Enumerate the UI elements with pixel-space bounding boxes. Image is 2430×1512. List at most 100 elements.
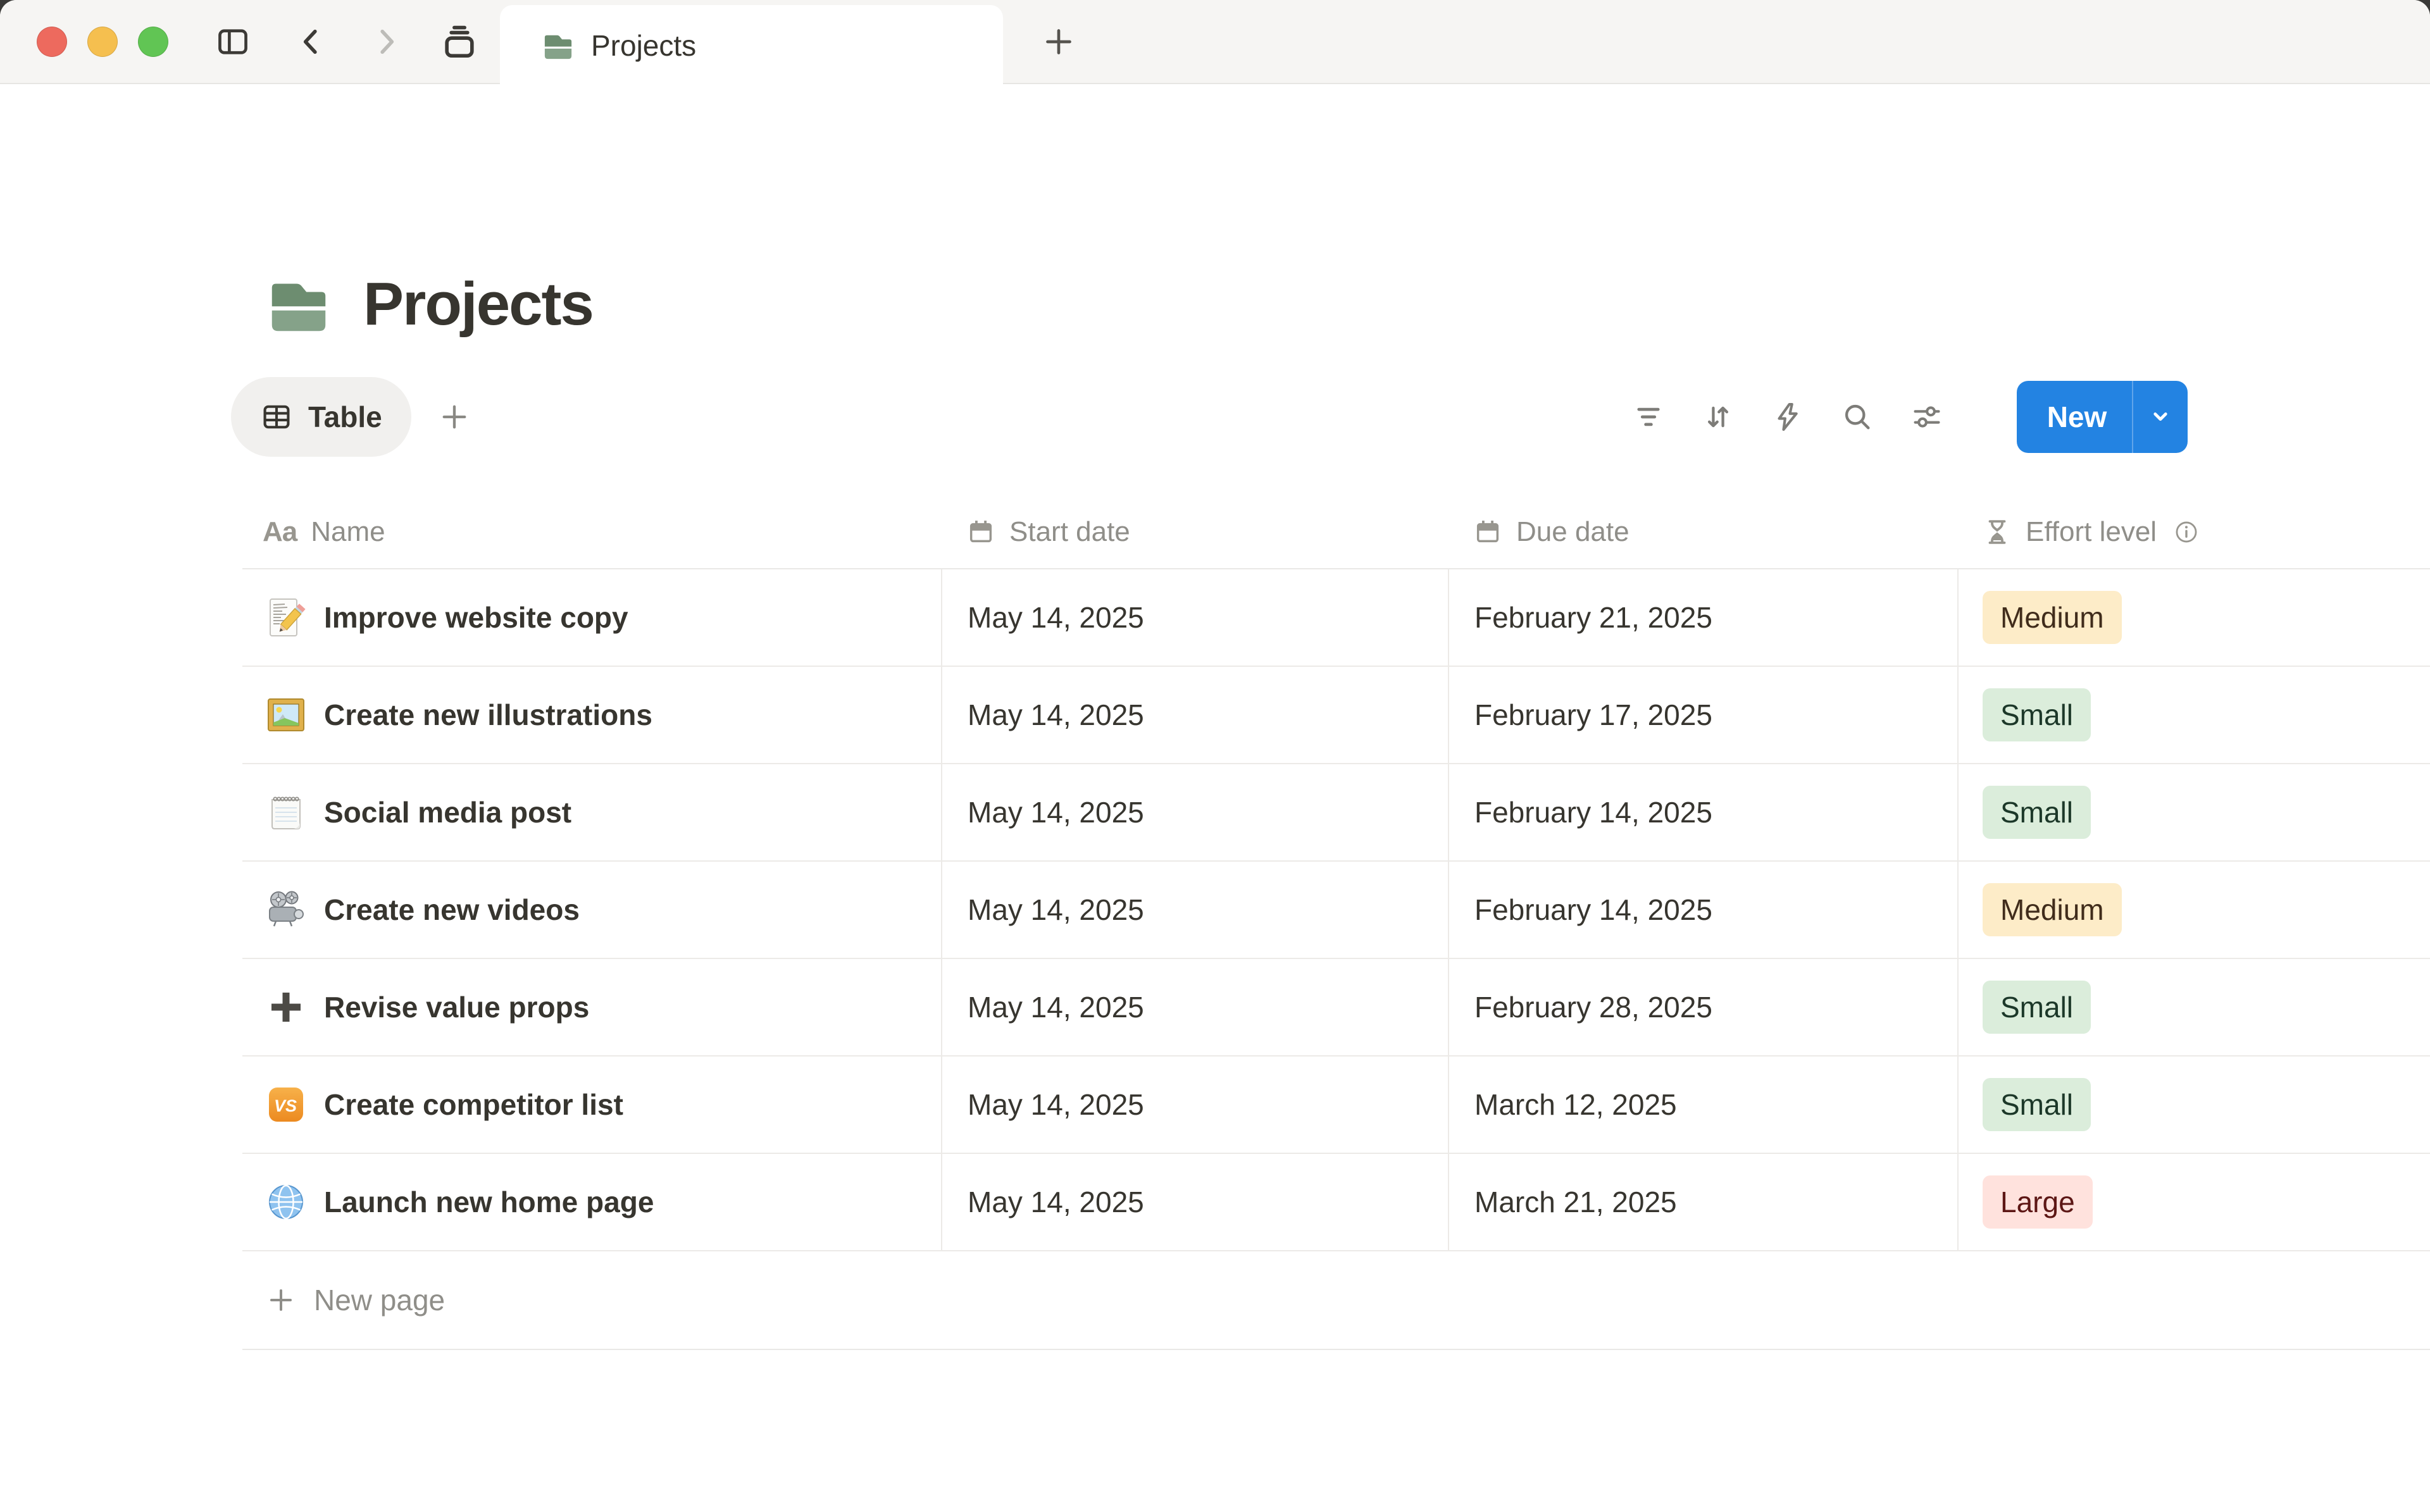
name-cell[interactable]: Revise value props xyxy=(242,959,942,1055)
effort-cell[interactable]: Large xyxy=(1959,1154,2430,1250)
row-title: Social media post xyxy=(324,795,571,829)
row-title: Create new illustrations xyxy=(324,698,652,732)
minimize-window-button[interactable] xyxy=(87,27,118,57)
traffic-lights xyxy=(37,27,168,57)
effort-cell[interactable]: Small xyxy=(1959,667,2430,763)
effort-badge: Small xyxy=(1983,688,2091,741)
page-title[interactable]: Projects xyxy=(363,271,593,338)
hourglass-icon xyxy=(1983,517,2012,547)
titlebar: Projects xyxy=(0,0,2430,84)
effort-cell[interactable]: Medium xyxy=(1959,862,2430,958)
film-projector-emoji xyxy=(266,889,306,930)
due-date-cell[interactable]: February 28, 2025 xyxy=(1449,959,1959,1055)
row-title: Improve website copy xyxy=(324,600,628,635)
search-icon[interactable] xyxy=(1841,400,1874,433)
customize-sliders-icon[interactable] xyxy=(1910,400,1943,433)
sort-icon[interactable] xyxy=(1702,400,1735,433)
new-tab-button[interactable] xyxy=(1041,24,1076,59)
name-cell[interactable]: Improve website copy xyxy=(242,569,942,666)
due-date-cell[interactable]: February 21, 2025 xyxy=(1449,569,1959,666)
effort-cell[interactable]: Small xyxy=(1959,959,2430,1055)
plus-icon xyxy=(266,1285,296,1315)
add-view-button[interactable] xyxy=(438,400,471,433)
memo-emoji xyxy=(266,597,306,638)
tab-label: Projects xyxy=(591,28,696,63)
start-date-cell[interactable]: May 14, 2025 xyxy=(942,667,1449,763)
effort-cell[interactable]: Small xyxy=(1959,764,2430,860)
new-button[interactable]: New xyxy=(2017,381,2188,453)
due-date-cell[interactable]: February 17, 2025 xyxy=(1449,667,1959,763)
effort-cell[interactable]: Medium xyxy=(1959,569,2430,666)
text-property-icon: Aa xyxy=(263,516,297,548)
view-toolbar-row: Table New xyxy=(231,377,2188,457)
column-label: Start date xyxy=(1009,516,1130,548)
tab-table-view[interactable]: Table xyxy=(231,377,411,457)
effort-badge: Large xyxy=(1983,1175,2093,1229)
effort-badge: Small xyxy=(1983,981,2091,1034)
projects-table: Aa Name Start date Due date Effort level xyxy=(242,496,2430,1350)
table-view-icon xyxy=(260,400,293,433)
start-date-cell[interactable]: May 14, 2025 xyxy=(942,862,1449,958)
start-date-cell[interactable]: May 14, 2025 xyxy=(942,1154,1449,1250)
tab-projects[interactable]: Projects xyxy=(500,5,1003,85)
row-title: Revise value props xyxy=(324,990,589,1024)
zoom-window-button[interactable] xyxy=(138,27,168,57)
forward-icon[interactable] xyxy=(368,24,404,59)
table-header-row: Aa Name Start date Due date Effort level xyxy=(242,496,2430,569)
name-cell[interactable]: Create new illustrations xyxy=(242,667,942,763)
due-date-cell[interactable]: February 14, 2025 xyxy=(1449,764,1959,860)
start-date-cell[interactable]: May 14, 2025 xyxy=(942,569,1449,666)
row-title: Create new videos xyxy=(324,893,580,927)
filter-icon[interactable] xyxy=(1632,400,1665,433)
name-cell[interactable]: Launch new home page xyxy=(242,1154,942,1250)
info-icon[interactable] xyxy=(2173,519,2200,545)
table-row[interactable]: Revise value props May 14, 2025 February… xyxy=(242,959,2430,1057)
effort-badge: Small xyxy=(1983,1078,2091,1131)
page-content: Projects Table New xyxy=(0,84,2430,1350)
start-date-cell[interactable]: May 14, 2025 xyxy=(942,1057,1449,1153)
name-cell[interactable]: Create new videos xyxy=(242,862,942,958)
column-label: Name xyxy=(311,516,385,548)
green-folder-icon xyxy=(266,271,332,337)
due-date-cell[interactable]: March 21, 2025 xyxy=(1449,1154,1959,1250)
table-row[interactable]: Create new illustrations May 14, 2025 Fe… xyxy=(242,667,2430,764)
new-page-button[interactable]: New page xyxy=(242,1251,2430,1350)
new-button-label: New xyxy=(2017,400,2132,434)
table-row[interactable]: Create competitor list May 14, 2025 Marc… xyxy=(242,1057,2430,1154)
name-cell[interactable]: Create competitor list xyxy=(242,1057,942,1153)
spiral-notepad-emoji xyxy=(266,792,306,833)
due-date-cell[interactable]: February 14, 2025 xyxy=(1449,862,1959,958)
column-header-effort-level[interactable]: Effort level xyxy=(1959,496,2430,568)
close-window-button[interactable] xyxy=(37,27,67,57)
row-title: Create competitor list xyxy=(324,1088,623,1122)
column-header-start-date[interactable]: Start date xyxy=(942,496,1449,568)
row-title: Launch new home page xyxy=(324,1185,654,1219)
column-label: Due date xyxy=(1516,516,1629,548)
app-window: Projects Projects Table New xyxy=(0,0,2430,1512)
green-folder-icon xyxy=(542,29,575,62)
sidebar-toggle-icon[interactable] xyxy=(215,24,251,59)
column-header-due-date[interactable]: Due date xyxy=(1449,496,1959,568)
new-button-dropdown[interactable] xyxy=(2133,403,2188,431)
due-date-cell[interactable]: March 12, 2025 xyxy=(1449,1057,1959,1153)
column-header-name[interactable]: Aa Name xyxy=(242,496,942,568)
heavy-plus-emoji xyxy=(266,987,306,1027)
start-date-cell[interactable]: May 14, 2025 xyxy=(942,959,1449,1055)
name-cell[interactable]: Social media post xyxy=(242,764,942,860)
effort-badge: Medium xyxy=(1983,591,2122,644)
table-row[interactable]: Improve website copy May 14, 2025 Februa… xyxy=(242,569,2430,667)
automation-bolt-icon[interactable] xyxy=(1771,400,1804,433)
effort-cell[interactable]: Small xyxy=(1959,1057,2430,1153)
globe-emoji xyxy=(266,1182,306,1222)
start-date-cell[interactable]: May 14, 2025 xyxy=(942,764,1449,860)
database-toolbar: New xyxy=(1632,381,2188,453)
chevron-down-icon xyxy=(2146,403,2174,431)
tab-stack-icon[interactable] xyxy=(442,24,477,59)
table-row[interactable]: Social media post May 14, 2025 February … xyxy=(242,764,2430,862)
back-icon[interactable] xyxy=(294,24,329,59)
vs-emoji xyxy=(266,1084,306,1125)
table-row[interactable]: Create new videos May 14, 2025 February … xyxy=(242,862,2430,959)
table-row[interactable]: Launch new home page May 14, 2025 March … xyxy=(242,1154,2430,1251)
framed-picture-emoji xyxy=(266,695,306,735)
column-label: Effort level xyxy=(2026,516,2157,548)
